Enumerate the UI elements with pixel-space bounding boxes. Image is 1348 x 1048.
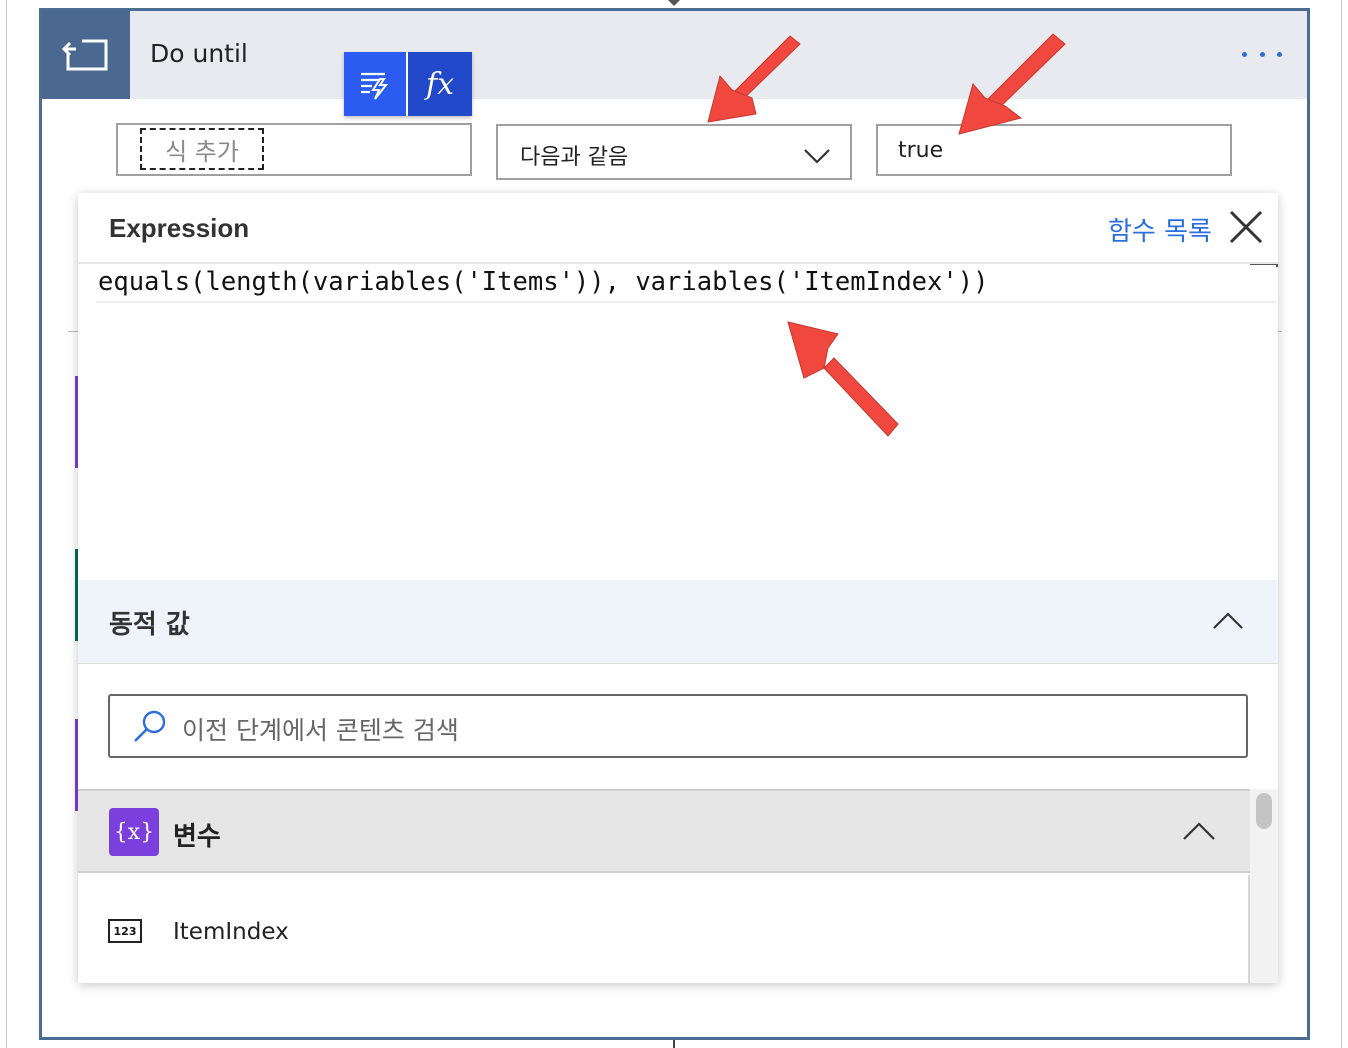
canvas-frame-left	[6, 0, 7, 1048]
scrollbar-thumb[interactable]	[1256, 793, 1272, 829]
card-header[interactable]: Do until	[42, 11, 1307, 99]
canvas-frame-right	[1341, 0, 1342, 1048]
annotation-arrow-icon	[707, 35, 801, 123]
add-expression-token[interactable]: 식 추가	[140, 128, 264, 170]
list-item[interactable]: 123 ItemIndex	[78, 875, 1250, 983]
content-toolbar: fx	[344, 52, 472, 116]
operator-value: 다음과 같음	[520, 145, 629, 170]
search-placeholder: 이전 단계에서 콘텐츠 검색	[182, 716, 459, 745]
search-icon	[134, 710, 166, 742]
more-options-button[interactable]	[1238, 39, 1286, 69]
number-type-icon: 123	[108, 919, 142, 943]
dynamic-content-button[interactable]	[344, 52, 408, 116]
dot-icon	[1242, 51, 1247, 57]
list-item-label[interactable]: ItemIndex	[173, 919, 289, 945]
dynamic-content-search[interactable]: 이전 단계에서 콘텐츠 검색	[108, 694, 1248, 758]
condition-right-value[interactable]: true	[898, 138, 943, 163]
chevron-down-icon[interactable]	[802, 140, 832, 170]
variables-section-title: 변수	[173, 822, 221, 852]
expression-panel: Expression 함수 목록 equals(length(variables…	[78, 193, 1278, 983]
variable-icon: {x}	[109, 808, 159, 856]
annotation-arrow-icon	[787, 321, 899, 437]
close-icon[interactable]	[1228, 209, 1264, 245]
dynamic-content-icon	[361, 72, 389, 100]
dot-icon	[1277, 51, 1282, 57]
variables-section-header[interactable]: {x} 변수	[78, 789, 1250, 873]
do-until-icon	[42, 11, 130, 99]
function-list-link[interactable]: 함수 목록	[1108, 211, 1212, 248]
card-title[interactable]: Do until	[150, 39, 248, 68]
panel-title: Expression	[109, 213, 250, 243]
chevron-up-icon[interactable]	[1182, 821, 1216, 841]
dynamic-content-header[interactable]: 동적 값	[78, 580, 1278, 664]
panel-divider	[78, 262, 1278, 264]
dot-icon	[1259, 51, 1265, 57]
dynamic-content-title: 동적 값	[109, 610, 190, 640]
annotation-arrow-icon	[958, 33, 1066, 135]
expression-button[interactable]: fx	[408, 52, 472, 116]
chevron-up-icon[interactable]	[1212, 610, 1244, 630]
expression-text[interactable]: equals(length(variables('Items')), varia…	[98, 267, 988, 297]
flow-connector-top	[668, 0, 680, 6]
section-divider	[78, 663, 1278, 664]
